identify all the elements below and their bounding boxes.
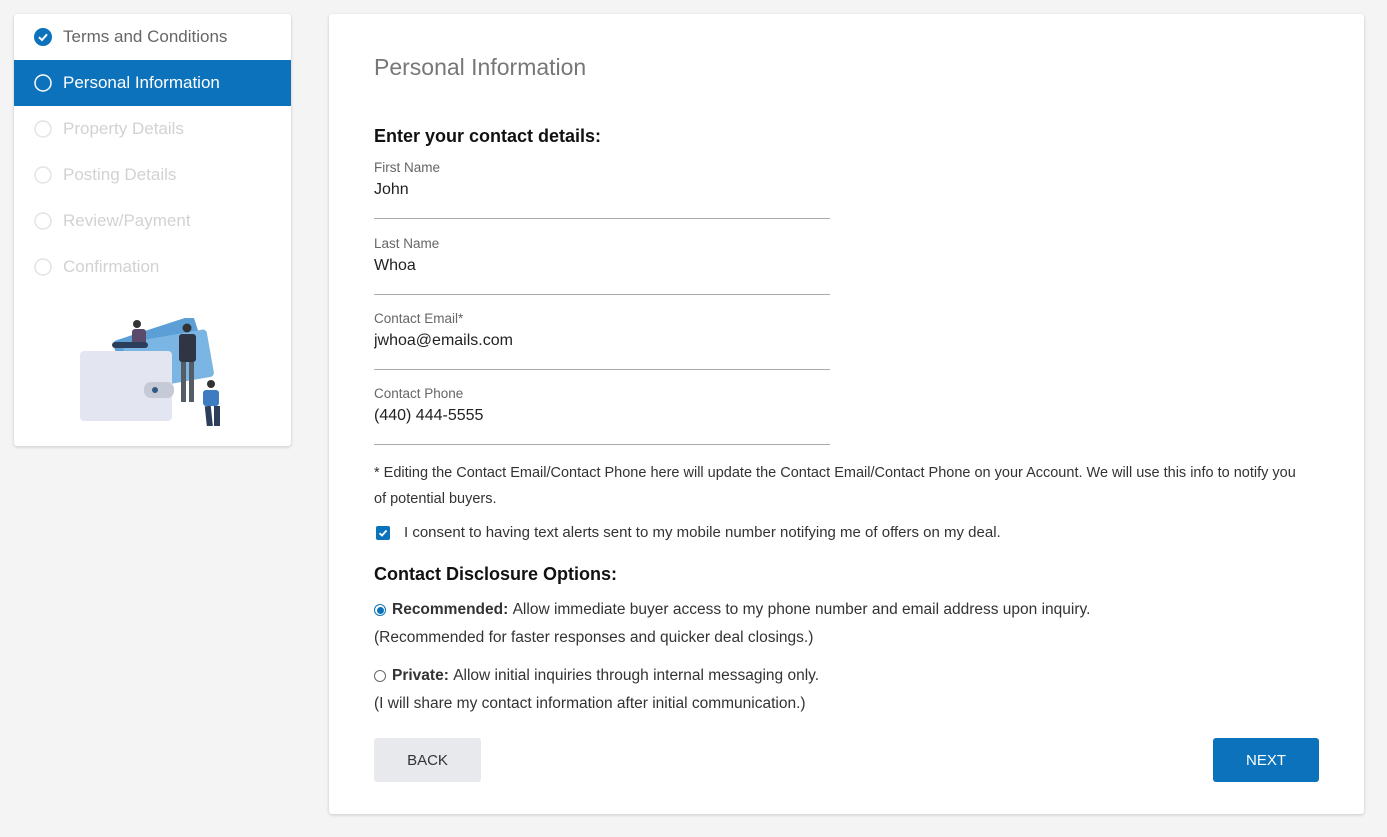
circle-icon — [34, 120, 52, 138]
first-name-field: First Name — [374, 160, 830, 219]
contact-email-field: Contact Email* — [374, 311, 830, 370]
step-label: Terms and Conditions — [63, 27, 228, 46]
contact-email-label: Contact Email* — [374, 311, 464, 326]
consent-checkbox[interactable] — [376, 525, 390, 540]
account-update-note: * Editing the Contact Email/Contact Phon… — [374, 465, 1296, 507]
consent-label: I consent to having text alerts sent to … — [404, 524, 1001, 541]
text-alerts-consent[interactable]: I consent to having text alerts sent to … — [374, 524, 1001, 541]
contact-phone-field: Contact Phone — [374, 386, 830, 445]
check-circle-icon — [34, 28, 52, 46]
circle-icon — [34, 258, 52, 276]
option-title: Private: — [392, 667, 449, 684]
step-posting-details[interactable]: Posting Details — [14, 152, 291, 198]
step-review-payment[interactable]: Review/Payment — [14, 198, 291, 244]
disclosure-options-heading: Contact Disclosure Options: — [374, 564, 618, 584]
circle-icon — [34, 74, 52, 92]
circle-icon — [34, 166, 52, 184]
contact-details-heading: Enter your contact details: — [374, 126, 602, 146]
next-button[interactable]: NEXT — [1213, 738, 1319, 782]
option-subtext: (Recommended for faster responses and qu… — [374, 629, 814, 646]
recommended-radio[interactable] — [374, 604, 386, 616]
last-name-field: Last Name — [374, 236, 830, 295]
last-name-label: Last Name — [374, 236, 440, 251]
option-subtext: (I will share my contact information aft… — [374, 695, 806, 712]
step-terms-and-conditions[interactable]: Terms and Conditions — [14, 14, 291, 60]
disclosure-option-recommended[interactable]: Recommended: Allow immediate buyer acces… — [374, 596, 1090, 652]
option-text: Allow immediate buyer access to my phone… — [512, 601, 1091, 618]
option-text: Allow initial inquiries through internal… — [453, 667, 820, 684]
contact-email-input[interactable] — [374, 332, 830, 350]
first-name-label: First Name — [374, 160, 441, 175]
step-personal-information[interactable]: Personal Information — [14, 60, 291, 106]
private-radio[interactable] — [374, 670, 386, 682]
step-confirmation[interactable]: Confirmation — [14, 244, 291, 290]
circle-icon — [34, 212, 52, 230]
contact-phone-label: Contact Phone — [374, 386, 464, 401]
step-label: Posting Details — [63, 165, 177, 184]
step-label: Confirmation — [63, 257, 160, 276]
wallet-illustration — [78, 316, 228, 433]
step-label: Personal Information — [63, 73, 220, 92]
last-name-input[interactable] — [374, 257, 830, 275]
page-title: Personal Information — [374, 54, 587, 80]
personal-information-form: Personal Information Enter your contact … — [329, 14, 1364, 814]
option-title: Recommended: — [392, 601, 509, 618]
contact-phone-input[interactable] — [374, 407, 830, 425]
disclosure-option-private[interactable]: Private: Allow initial inquiries through… — [374, 662, 819, 718]
back-button[interactable]: BACK — [374, 738, 481, 782]
first-name-input[interactable] — [374, 181, 830, 199]
step-label: Review/Payment — [63, 211, 191, 230]
wizard-sidebar: Terms and Conditions Personal Informatio… — [14, 14, 291, 446]
step-property-details[interactable]: Property Details — [14, 106, 291, 152]
step-label: Property Details — [63, 119, 184, 138]
